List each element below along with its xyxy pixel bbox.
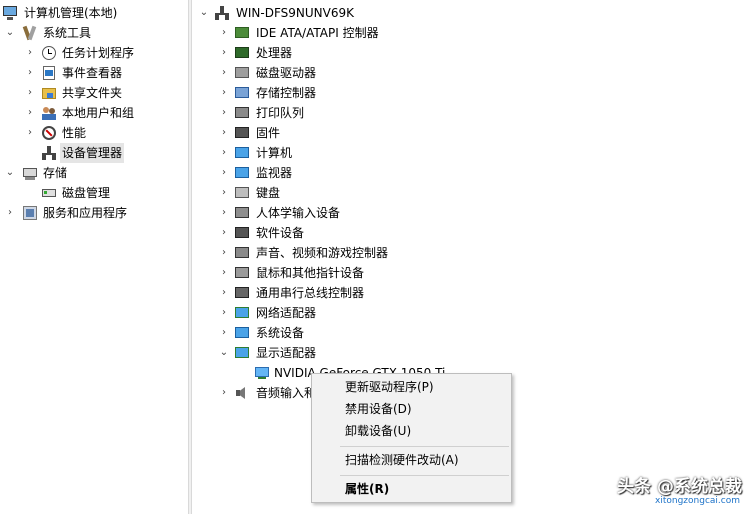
- display-adapter-icon: [234, 345, 250, 361]
- chevron-right-icon[interactable]: ›: [218, 103, 230, 123]
- chevron-right-icon[interactable]: ›: [218, 243, 230, 263]
- chevron-right-icon[interactable]: ›: [24, 63, 36, 83]
- device-manager-icon: [41, 145, 57, 161]
- chevron-right-icon[interactable]: ›: [24, 103, 36, 123]
- tools-icon: [22, 25, 38, 41]
- mouse-icon: [234, 265, 250, 281]
- chevron-right-icon[interactable]: ›: [218, 163, 230, 183]
- disk-drive-icon: [234, 65, 250, 81]
- chevron-right-icon[interactable]: ›: [218, 323, 230, 343]
- chevron-right-icon[interactable]: ›: [218, 263, 230, 283]
- system-device-icon: [234, 325, 250, 341]
- ide-controller-icon: [234, 25, 250, 41]
- watermark-url: xitongzongcai.com: [655, 496, 740, 506]
- chevron-right-icon[interactable]: ›: [218, 143, 230, 163]
- printer-icon: [234, 105, 250, 121]
- chevron-down-icon[interactable]: ⌄: [198, 3, 210, 23]
- monitor-icon: [234, 165, 250, 181]
- menu-uninstall-device[interactable]: 卸载设备(U): [312, 420, 511, 442]
- services-icon: [22, 205, 38, 221]
- disk-management-icon: [41, 185, 57, 201]
- speaker-icon: [234, 385, 250, 401]
- usb-icon: [234, 285, 250, 301]
- context-menu: 更新驱动程序(P) 禁用设备(D) 卸载设备(U) 扫描检测硬件改动(A) 属性…: [311, 373, 512, 503]
- chevron-right-icon[interactable]: ›: [218, 203, 230, 223]
- performance-icon: [41, 125, 57, 141]
- menu-separator: [340, 475, 509, 476]
- hid-icon: [234, 205, 250, 221]
- chevron-right-icon[interactable]: ›: [218, 383, 230, 403]
- software-device-icon: [234, 225, 250, 241]
- chevron-right-icon[interactable]: ›: [218, 303, 230, 323]
- console-tree-pane: 计算机管理(本地) ⌄ 系统工具 › 任务计划程序 › 事件查看器 › 共享文件…: [0, 0, 188, 514]
- chevron-right-icon[interactable]: ›: [218, 83, 230, 103]
- clock-icon: [41, 45, 57, 61]
- storage-controller-icon: [234, 85, 250, 101]
- event-viewer-icon: [41, 65, 57, 81]
- computer-management-icon: [2, 5, 18, 21]
- network-adapter-icon: [234, 305, 250, 321]
- computer-node-icon: [214, 5, 230, 21]
- watermark: 头条 @系统总裁 xitongzongcai.com: [596, 470, 746, 510]
- chevron-right-icon[interactable]: ›: [24, 83, 36, 103]
- chevron-right-icon[interactable]: ›: [218, 183, 230, 203]
- sound-icon: [234, 245, 250, 261]
- processor-icon: [234, 45, 250, 61]
- menu-separator: [340, 446, 509, 447]
- chevron-right-icon[interactable]: ›: [24, 43, 36, 63]
- chevron-down-icon[interactable]: ⌄: [218, 343, 230, 363]
- chevron-right-icon[interactable]: ›: [218, 43, 230, 63]
- menu-scan-hardware[interactable]: 扫描检测硬件改动(A): [312, 449, 511, 471]
- users-icon: [41, 105, 57, 121]
- keyboard-icon: [234, 185, 250, 201]
- chevron-right-icon[interactable]: ›: [24, 123, 36, 143]
- chevron-right-icon[interactable]: ›: [218, 223, 230, 243]
- chevron-down-icon[interactable]: ⌄: [4, 163, 16, 183]
- watermark-text: 头条 @系统总裁: [617, 477, 742, 497]
- computer-icon: [234, 145, 250, 161]
- chevron-right-icon[interactable]: ›: [218, 283, 230, 303]
- chevron-right-icon[interactable]: ›: [4, 203, 16, 223]
- chevron-right-icon[interactable]: ›: [218, 23, 230, 43]
- menu-update-driver[interactable]: 更新驱动程序(P): [312, 376, 511, 398]
- menu-disable-device[interactable]: 禁用设备(D): [312, 398, 511, 420]
- firmware-icon: [234, 125, 250, 141]
- storage-icon: [22, 165, 38, 181]
- display-adapter-icon: [254, 365, 270, 381]
- shared-folder-icon: [41, 85, 57, 101]
- chevron-right-icon[interactable]: ›: [218, 63, 230, 83]
- menu-properties[interactable]: 属性(R): [312, 478, 511, 500]
- chevron-down-icon[interactable]: ⌄: [4, 23, 16, 43]
- chevron-right-icon[interactable]: ›: [218, 123, 230, 143]
